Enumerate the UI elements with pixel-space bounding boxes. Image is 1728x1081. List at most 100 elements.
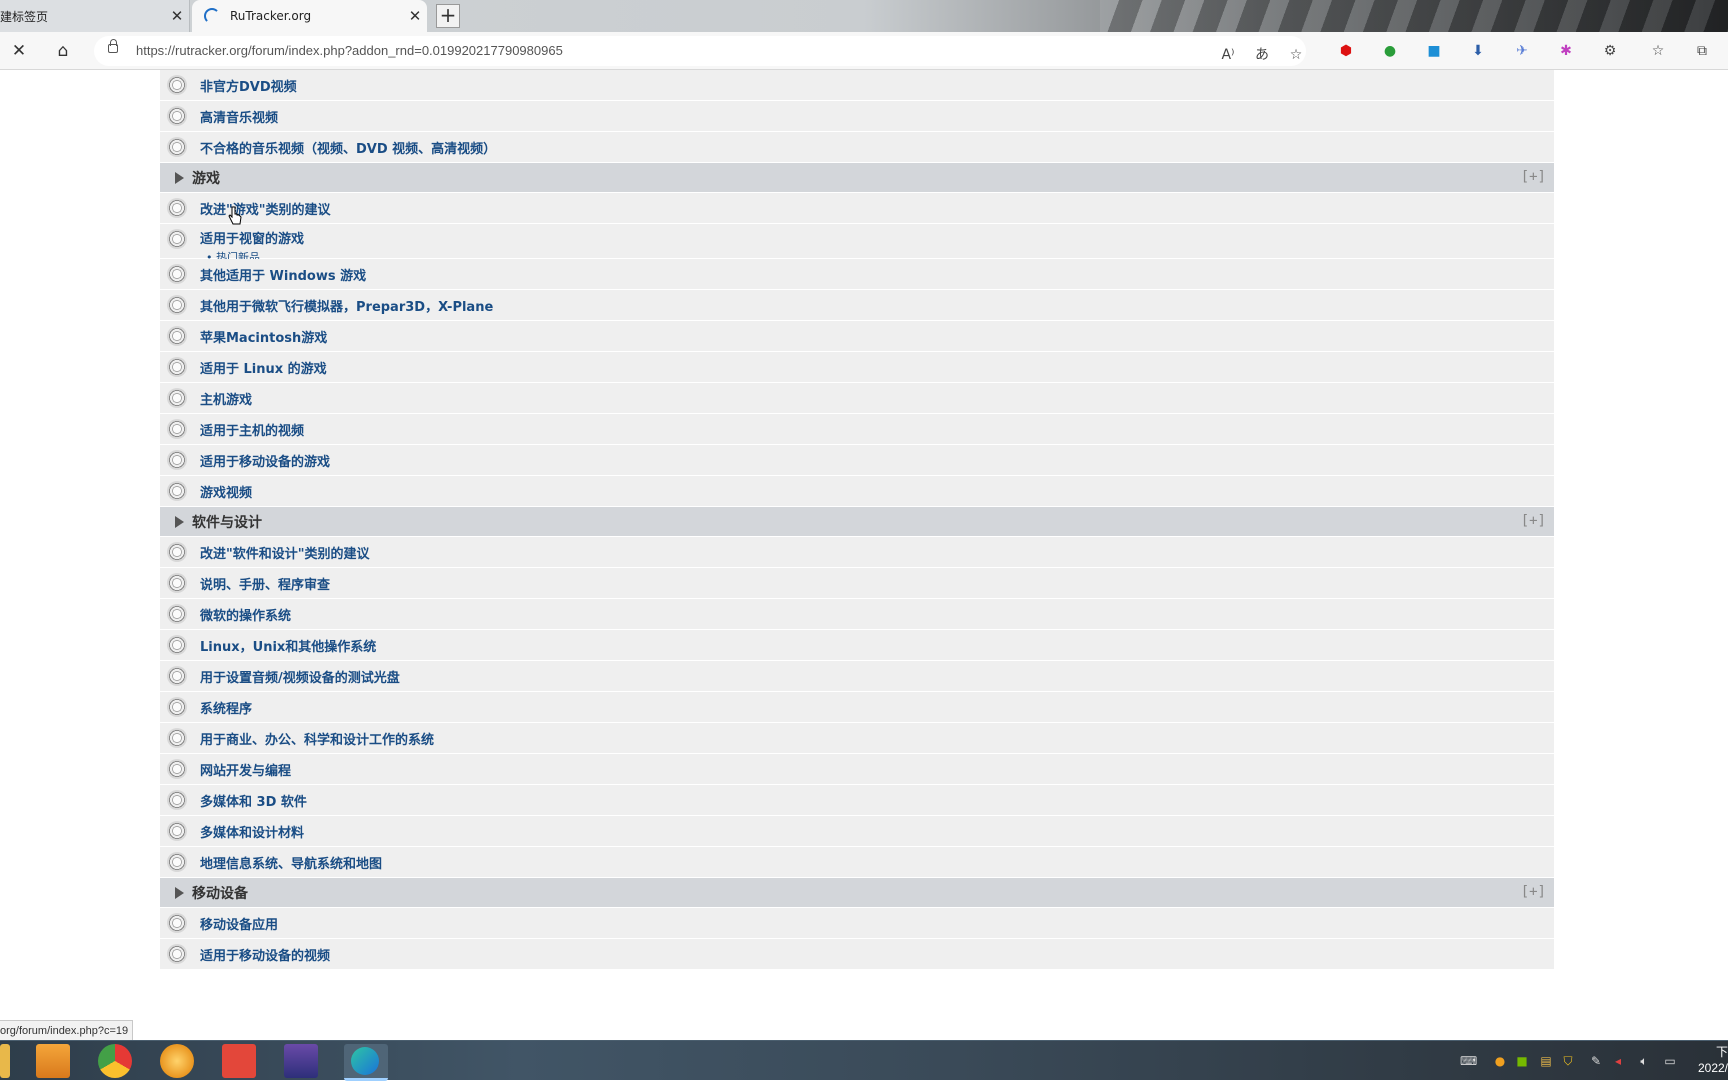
nvidia-icon[interactable]: ■ <box>1514 1053 1530 1069</box>
colorful-ext-icon[interactable]: ✱ <box>1556 41 1576 61</box>
forum-status-icon <box>167 229 187 249</box>
forum-link[interactable]: 适用于主机的视频 <box>200 420 304 439</box>
forum-link[interactable]: 适用于移动设备的游戏 <box>200 451 330 470</box>
winrar-icon[interactable] <box>284 1044 318 1078</box>
home-icon[interactable]: ⌂ <box>52 40 74 62</box>
favorites-icon[interactable]: ☆ <box>1648 41 1668 61</box>
category-title[interactable]: 软件与设计 <box>192 512 262 532</box>
folder-tray-icon[interactable]: ▤ <box>1538 1053 1554 1069</box>
keyboard-icon[interactable]: ⌨ <box>1460 1053 1477 1069</box>
forum-link[interactable]: 多媒体和 3D 软件 <box>200 791 307 810</box>
tab-new-tab[interactable]: 建标签页 ✕ <box>0 0 190 32</box>
forum-row: Linux，Unix和其他操作系统 <box>160 630 1554 661</box>
forum-link[interactable]: 主机游戏 <box>200 389 252 408</box>
expand-category-button[interactable]: [+] <box>1521 169 1546 185</box>
shield-icon[interactable]: ⛉ <box>1560 1053 1576 1069</box>
forum-link[interactable]: 苹果Macintosh游戏 <box>200 327 327 346</box>
forum-row: 改进"游戏"类别的建议 <box>160 193 1554 224</box>
forum-link[interactable]: 多媒体和设计材料 <box>200 822 304 841</box>
system-clock[interactable]: 下 2022/ <box>1698 1044 1728 1076</box>
forum-link[interactable]: 网站开发与编程 <box>200 760 291 779</box>
forum-link[interactable]: 适用于视窗的游戏 <box>200 232 304 247</box>
stop-loading-icon[interactable]: ✕ <box>8 40 30 62</box>
category-title[interactable]: 移动设备 <box>192 883 248 903</box>
red-app-icon[interactable] <box>222 1044 256 1078</box>
forum-row: 适用于 Linux 的游戏 <box>160 352 1554 383</box>
extensions-icon[interactable]: ⚙ <box>1600 41 1620 61</box>
forum-link[interactable]: 系统程序 <box>200 698 252 717</box>
loading-spinner-icon <box>204 8 220 24</box>
forum-status-icon <box>167 666 187 686</box>
forum-link[interactable]: 适用于 Linux 的游戏 <box>200 358 327 377</box>
read-aloud-icon[interactable]: A⁾ <box>1218 45 1238 65</box>
lock-icon[interactable] <box>108 39 118 53</box>
network-icon[interactable]: ▭ <box>1662 1053 1678 1069</box>
category-header-mobile[interactable]: 移动设备 [+] <box>160 878 1554 908</box>
collapse-triangle-icon[interactable] <box>175 171 184 184</box>
forum-row: 多媒体和 3D 软件 <box>160 785 1554 816</box>
forum-status-icon <box>167 137 187 157</box>
forum-link[interactable]: 用于设置音频/视频设备的测试光盘 <box>200 667 400 686</box>
chrome-icon[interactable] <box>98 1044 132 1078</box>
edge-icon[interactable] <box>344 1044 388 1081</box>
url-text[interactable]: https://rutracker.org/forum/index.php?ad… <box>136 43 563 58</box>
tab-rutracker[interactable]: RuTracker.org ✕ <box>192 0 427 32</box>
clock-date: 2022/ <box>1697 1061 1728 1075</box>
forum-link[interactable]: 适用于移动设备的视频 <box>200 945 330 964</box>
forum-link[interactable]: 游戏视频 <box>200 482 252 501</box>
bird-ext-icon[interactable]: ✈ <box>1512 41 1532 61</box>
forum-link[interactable]: 说明、手册、程序审查 <box>200 574 330 593</box>
forum-status-icon <box>167 295 187 315</box>
collapse-triangle-icon[interactable] <box>175 515 184 528</box>
expand-category-button[interactable]: [+] <box>1521 884 1546 900</box>
expand-category-button[interactable]: [+] <box>1521 513 1546 529</box>
forum-link[interactable]: 用于商业、办公、科学和设计工作的系统 <box>200 729 434 748</box>
forum-status-icon <box>167 635 187 655</box>
category-header-games[interactable]: 游戏 [+] <box>160 163 1554 193</box>
forum-status-icon <box>167 852 187 872</box>
file-explorer-icon[interactable] <box>0 1044 10 1078</box>
forum-link[interactable]: 非官方DVD视频 <box>200 76 297 95</box>
forum-row: 微软的操作系统 <box>160 599 1554 630</box>
evernote-icon[interactable]: ● <box>1380 41 1400 61</box>
category-title[interactable]: 游戏 <box>192 168 220 188</box>
volume-icon[interactable]: 🔈︎ <box>1636 1053 1652 1069</box>
forum-status-icon <box>167 481 187 501</box>
forum-link[interactable]: 其他适用于 Windows 游戏 <box>200 265 366 284</box>
forum-row: 适用于移动设备的视频 <box>160 939 1554 970</box>
address-bar[interactable]: https://rutracker.org/forum/index.php?ad… <box>94 36 1306 66</box>
download-ext-icon[interactable]: ⬇ <box>1468 41 1488 61</box>
forum-row: 适用于主机的视频 <box>160 414 1554 445</box>
forum-row: 苹果Macintosh游戏 <box>160 321 1554 352</box>
forum-row: 改进"软件和设计"类别的建议 <box>160 537 1554 568</box>
close-tab-icon[interactable]: ✕ <box>165 7 189 25</box>
collapse-triangle-icon[interactable] <box>175 886 184 899</box>
forum-status-icon <box>167 913 187 933</box>
tray-tool-icon[interactable]: ✎ <box>1588 1053 1604 1069</box>
add-favorite-icon[interactable]: ☆ <box>1286 45 1306 65</box>
translate-icon[interactable]: あ <box>1252 45 1272 65</box>
forum-link[interactable]: 微软的操作系统 <box>200 605 291 624</box>
forum-link[interactable]: 高清音乐视频 <box>200 107 278 126</box>
forum-row: 网站开发与编程 <box>160 754 1554 785</box>
media-player-icon[interactable] <box>36 1044 70 1078</box>
collections-icon[interactable]: ⧉ <box>1692 41 1712 61</box>
forum-list: 非官方DVD视频 高清音乐视频 不合格的音乐视频（视频、DVD 视频、高清视频）… <box>160 70 1554 970</box>
forum-link[interactable]: 地理信息系统、导航系统和地图 <box>200 853 382 872</box>
forum-link[interactable]: 改进"游戏"类别的建议 <box>200 199 331 218</box>
tray-flag-icon[interactable]: ◂ <box>1610 1053 1626 1069</box>
forum-link[interactable]: 移动设备应用 <box>200 914 278 933</box>
forum-status-icon <box>167 697 187 717</box>
forum-row: 其他适用于 Windows 游戏 <box>160 259 1554 290</box>
new-tab-button[interactable]: + <box>436 4 460 28</box>
video-ext-icon[interactable]: ■ <box>1424 41 1444 61</box>
forum-link[interactable]: 改进"软件和设计"类别的建议 <box>200 543 370 562</box>
forum-link[interactable]: Linux，Unix和其他操作系统 <box>200 636 376 655</box>
orange-app-icon[interactable] <box>160 1044 194 1078</box>
forum-link[interactable]: 不合格的音乐视频（视频、DVD 视频、高清视频） <box>200 138 496 157</box>
category-header-software[interactable]: 软件与设计 [+] <box>160 507 1554 537</box>
close-tab-icon[interactable]: ✕ <box>403 7 427 25</box>
tray-app-icon[interactable]: ● <box>1492 1053 1508 1069</box>
adblock-icon[interactable]: ⬢ <box>1336 41 1356 61</box>
forum-link[interactable]: 其他用于微软飞行模拟器，Prepar3D，X-Plane <box>200 296 493 315</box>
